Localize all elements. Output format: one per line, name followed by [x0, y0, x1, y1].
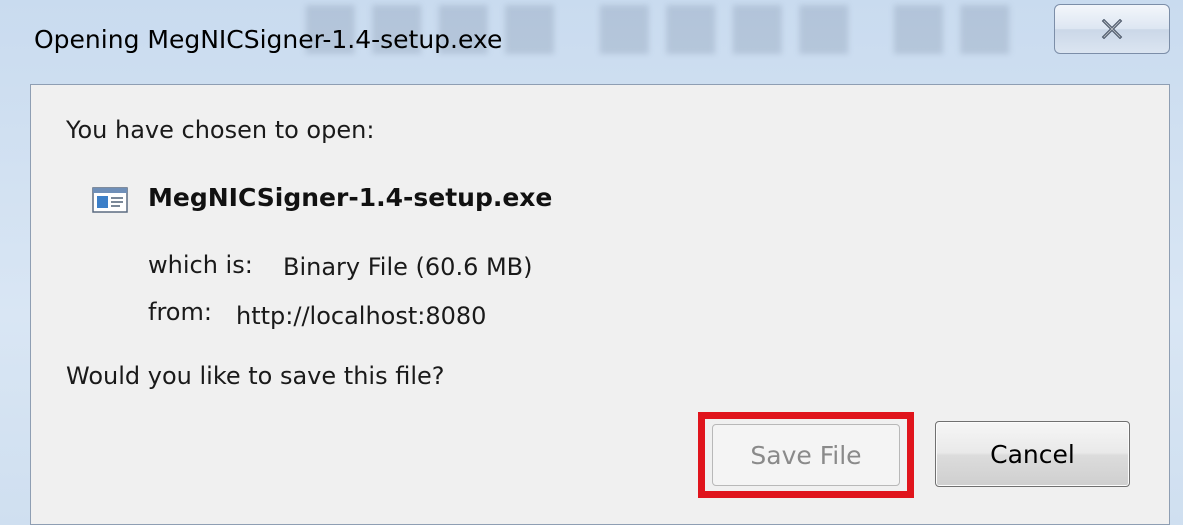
open-prompt-text: You have chosen to open:: [66, 116, 375, 144]
cancel-button[interactable]: Cancel: [935, 421, 1130, 487]
file-name: MegNICSigner-1.4-setup.exe: [148, 183, 553, 212]
file-type-value: Binary File (60.6 MB): [283, 253, 533, 281]
title-bar[interactable]: ■■■■ ■■■■ ■■ Opening MegNICSigner-1.4-se…: [0, 0, 1183, 84]
close-button[interactable]: [1054, 4, 1170, 54]
file-icon: [92, 187, 128, 213]
close-icon: [1101, 19, 1123, 39]
which-is-label: which is:: [148, 251, 253, 279]
window-title: Opening MegNICSigner-1.4-setup.exe: [34, 25, 503, 54]
from-label: from:: [148, 298, 212, 326]
source-url-value: http://localhost:8080: [236, 302, 487, 330]
download-dialog-window: ■■■■ ■■■■ ■■ Opening MegNICSigner-1.4-se…: [0, 0, 1183, 525]
save-button-highlight: [698, 412, 914, 498]
save-question-text: Would you like to save this file?: [66, 362, 445, 390]
